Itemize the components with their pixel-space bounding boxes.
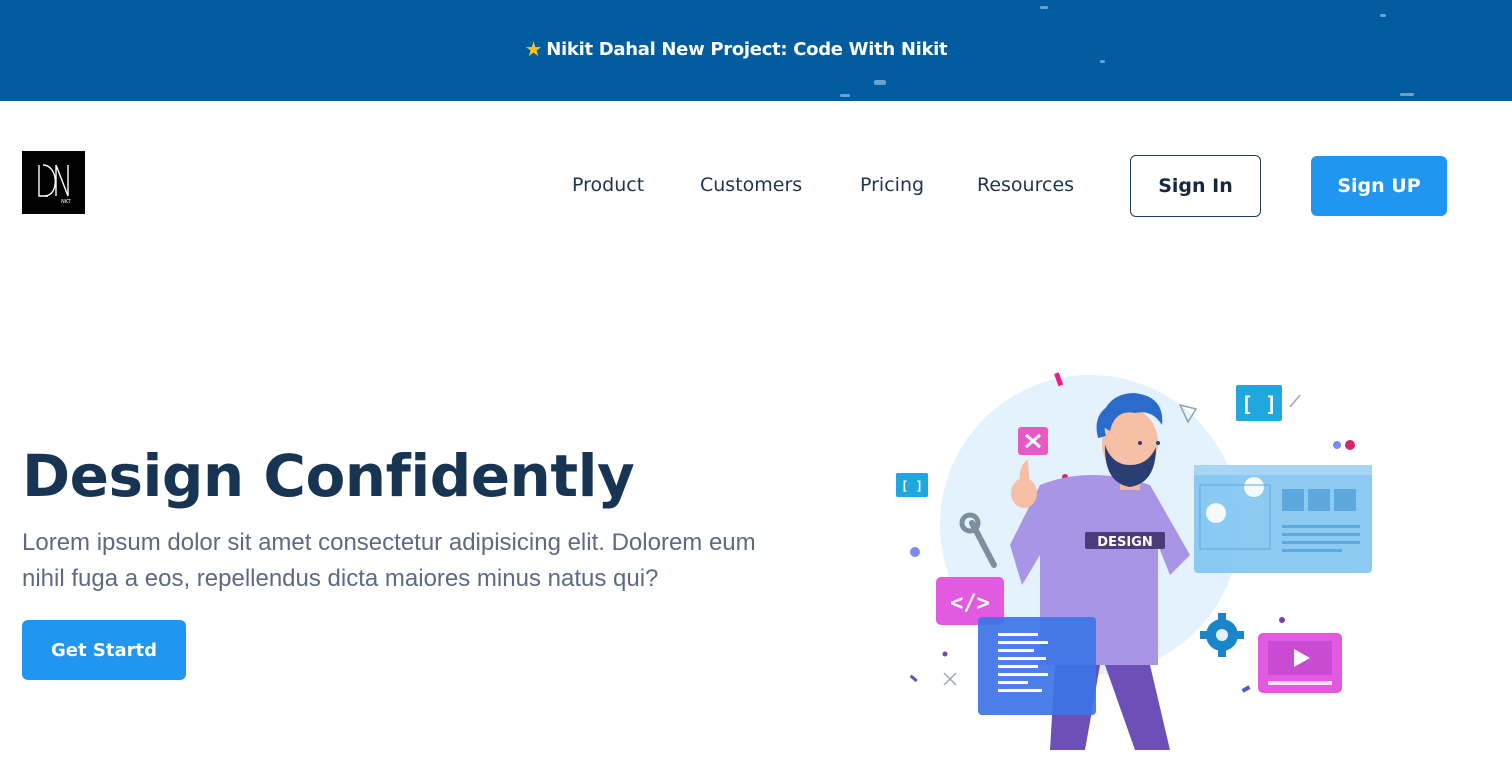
gear-icon <box>1200 613 1244 657</box>
shirt-text: DESIGN <box>1097 535 1152 550</box>
video-player-icon <box>1258 633 1342 693</box>
nav-customers[interactable]: Customers <box>700 174 802 196</box>
hero-illustration: [ ] [ ] </> DESIGN <box>890 365 1390 755</box>
svg-text:[ ]: [ ] <box>901 479 923 493</box>
hero-description: Lorem ipsum dolor sit amet consectetur a… <box>22 529 756 592</box>
svg-text:</>: </> <box>950 591 990 616</box>
hero-title: Design Confidently <box>22 442 635 510</box>
browser-window-icon <box>1194 465 1372 573</box>
sign-in-button[interactable]: Sign In <box>1130 155 1261 217</box>
svg-text:[ ]: [ ] <box>1241 392 1277 416</box>
brackets-icon: [ ] <box>1236 385 1282 421</box>
star-icon: ★ <box>524 37 543 61</box>
document-icon <box>978 617 1096 715</box>
nav-product[interactable]: Product <box>572 174 644 196</box>
get-started-button[interactable]: Get Startd <box>22 620 186 680</box>
logo-text: NKT <box>61 199 72 205</box>
banner-message[interactable]: ★ Nikit Dahal New Project: Code With Nik… <box>0 37 1472 61</box>
site-logo[interactable]: NKT <box>22 151 85 214</box>
banner-text: Nikit Dahal New Project: Code With Nikit <box>546 38 948 60</box>
announcement-banner: ★ Nikit Dahal New Project: Code With Nik… <box>0 0 1512 101</box>
nav-pricing[interactable]: Pricing <box>860 174 924 196</box>
sign-up-button[interactable]: Sign UP <box>1311 156 1447 216</box>
nav-resources[interactable]: Resources <box>977 174 1074 196</box>
